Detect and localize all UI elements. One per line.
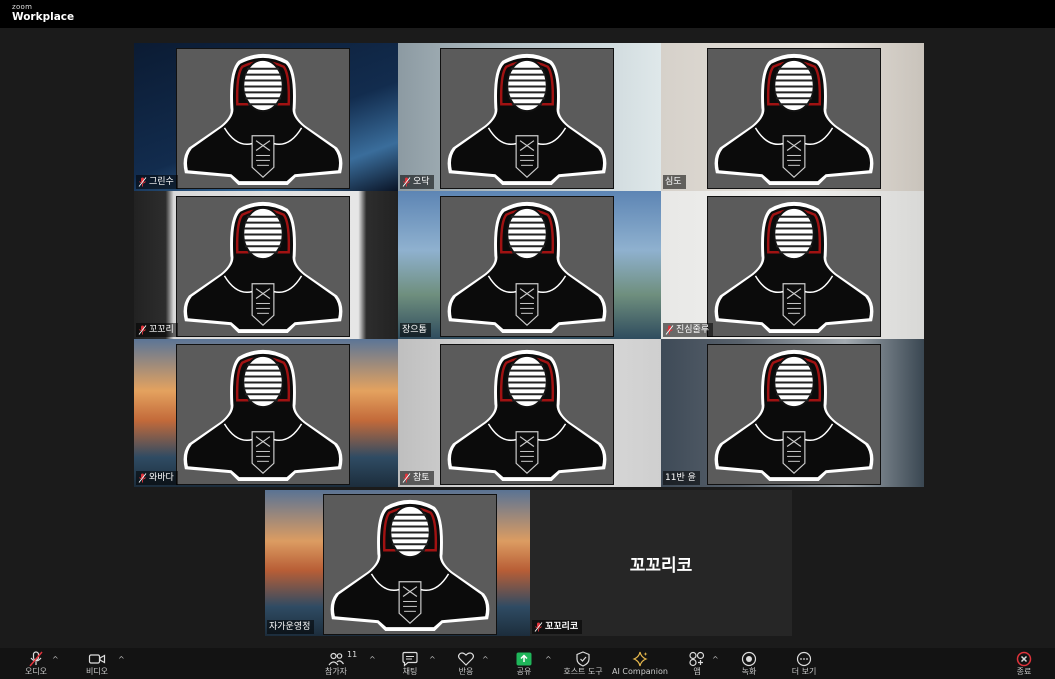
apps-options-caret-icon[interactable]: ^	[712, 655, 719, 664]
share-screen-icon	[514, 650, 534, 667]
participant-name-tag: 오닥	[400, 175, 434, 189]
heart-icon	[456, 650, 476, 667]
record-label: 녹화	[741, 667, 757, 676]
end-meeting-button[interactable]: 종료	[994, 650, 1054, 679]
record-button[interactable]: 녹화	[719, 650, 779, 679]
ai-companion-label: AI Companion	[612, 667, 668, 676]
participant-tile[interactable]: 오닥	[398, 43, 661, 191]
participants-options-caret-icon[interactable]: ^	[369, 655, 376, 664]
mic-muted-icon	[138, 473, 147, 483]
participant-tile-no-video[interactable]: 꼬꼬리코 꼬꼬리코	[530, 490, 792, 636]
video-camera-icon	[87, 650, 107, 667]
participants-count: 11	[347, 650, 358, 659]
participant-name: 장으톰	[402, 325, 427, 335]
apps-icon	[687, 650, 707, 667]
participant-name-tag: 11반 윤	[663, 471, 700, 485]
kendo-mask-avatar	[707, 196, 881, 337]
kendo-mask-avatar	[440, 48, 614, 189]
participant-name-tag: 자가운영정	[267, 620, 315, 634]
participant-name: 진심줄루	[676, 325, 710, 335]
reactions-label: 반응	[458, 667, 474, 676]
kendo-mask-avatar	[176, 48, 350, 189]
participants-label: 참가자	[324, 667, 348, 676]
participant-name-tag: 심도	[663, 175, 686, 189]
video-options-caret-icon[interactable]: ^	[118, 655, 125, 664]
participant-tile[interactable]: 자가운영정	[265, 490, 530, 636]
share-label: 공유	[516, 667, 532, 676]
shield-icon	[573, 650, 593, 667]
audio-options-caret-icon[interactable]: ^	[52, 655, 59, 664]
participant-display-name: 꼬꼬리코	[629, 555, 693, 576]
end-close-icon	[1014, 650, 1034, 667]
more-dots-icon	[794, 650, 814, 667]
participant-name: 꼬꼬리	[149, 325, 174, 335]
zoom-workplace-logo: zoom Workplace	[12, 4, 74, 23]
participant-name-tag: 와바다	[136, 471, 178, 485]
apps-label: 앱	[693, 667, 701, 676]
participant-name: 심도	[665, 177, 682, 187]
video-gallery: 그린수 오닥 심도 꼬꼬리 장으톰 진심줄루 와바다 참토 11반 윤 자가운영…	[0, 28, 1055, 648]
participant-tile[interactable]: 장으톰	[398, 191, 661, 339]
ai-companion-button[interactable]: AI Companion	[610, 650, 670, 679]
participant-name-tag: 꼬꼬리	[136, 323, 178, 337]
kendo-mask-avatar	[440, 196, 614, 337]
participants-icon	[326, 650, 346, 667]
mic-muted-icon	[138, 177, 147, 187]
sparkle-icon	[630, 650, 650, 667]
participant-tile[interactable]: 꼬꼬리	[134, 191, 398, 339]
participant-name-tag: 꼬꼬리코	[532, 620, 583, 634]
brand-small: zoom	[12, 3, 33, 11]
share-options-caret-icon[interactable]: ^	[545, 655, 552, 664]
participant-name: 참토	[413, 473, 430, 483]
participant-tile[interactable]: 진심줄루	[661, 191, 924, 339]
end-label: 종료	[1016, 667, 1032, 676]
participant-name: 와바다	[149, 473, 174, 483]
host-tools-button[interactable]: 호스트 도구	[553, 650, 613, 679]
kendo-mask-avatar	[176, 344, 350, 485]
participant-tile[interactable]: 11반 윤	[661, 339, 924, 487]
mic-muted-icon	[402, 473, 411, 483]
chat-bubble-icon	[400, 650, 420, 667]
participant-tile-active-speaker[interactable]: 심도	[661, 43, 924, 191]
kendo-mask-avatar	[707, 48, 881, 189]
mic-muted-icon	[138, 325, 147, 335]
title-bar: zoom Workplace	[0, 0, 1055, 28]
mic-muted-icon	[534, 622, 543, 632]
participant-tile[interactable]: 그린수	[134, 43, 398, 191]
brand-big: Workplace	[12, 11, 75, 23]
participant-name-tag: 진심줄루	[663, 323, 714, 337]
participant-name: 꼬꼬리코	[545, 622, 579, 632]
kendo-mask-avatar	[707, 344, 881, 485]
participant-name: 자가운영정	[269, 622, 311, 632]
participant-name-tag: 그린수	[136, 175, 178, 189]
participant-tile[interactable]: 와바다	[134, 339, 398, 487]
participant-name: 그린수	[149, 177, 174, 187]
mic-muted-icon	[665, 325, 674, 335]
more-label: 더 보기	[791, 667, 817, 676]
audio-label: 오디오	[24, 667, 48, 676]
participant-tile[interactable]: 참토	[398, 339, 661, 487]
chat-options-caret-icon[interactable]: ^	[429, 655, 436, 664]
mic-muted-icon	[402, 177, 411, 187]
more-button[interactable]: 더 보기	[774, 650, 834, 679]
participant-name: 11반 윤	[665, 473, 696, 483]
reactions-options-caret-icon[interactable]: ^	[482, 655, 489, 664]
kendo-mask-avatar	[323, 494, 497, 635]
meeting-toolbar: 오디오 ^ 비디오 ^ 참가자 11 ^ 채팅 ^ 반응 ^ 공유 ^ 호스트 …	[0, 648, 1055, 679]
participant-name-tag: 장으톰	[400, 323, 431, 337]
chat-label: 채팅	[402, 667, 418, 676]
record-icon	[739, 650, 759, 667]
kendo-mask-avatar	[176, 196, 350, 337]
kendo-mask-avatar	[440, 344, 614, 485]
participant-name: 오닥	[413, 177, 430, 187]
video-label: 비디오	[85, 667, 109, 676]
participant-name-tag: 참토	[400, 471, 434, 485]
host-tools-label: 호스트 도구	[563, 667, 603, 676]
mic-muted-icon	[26, 650, 46, 667]
